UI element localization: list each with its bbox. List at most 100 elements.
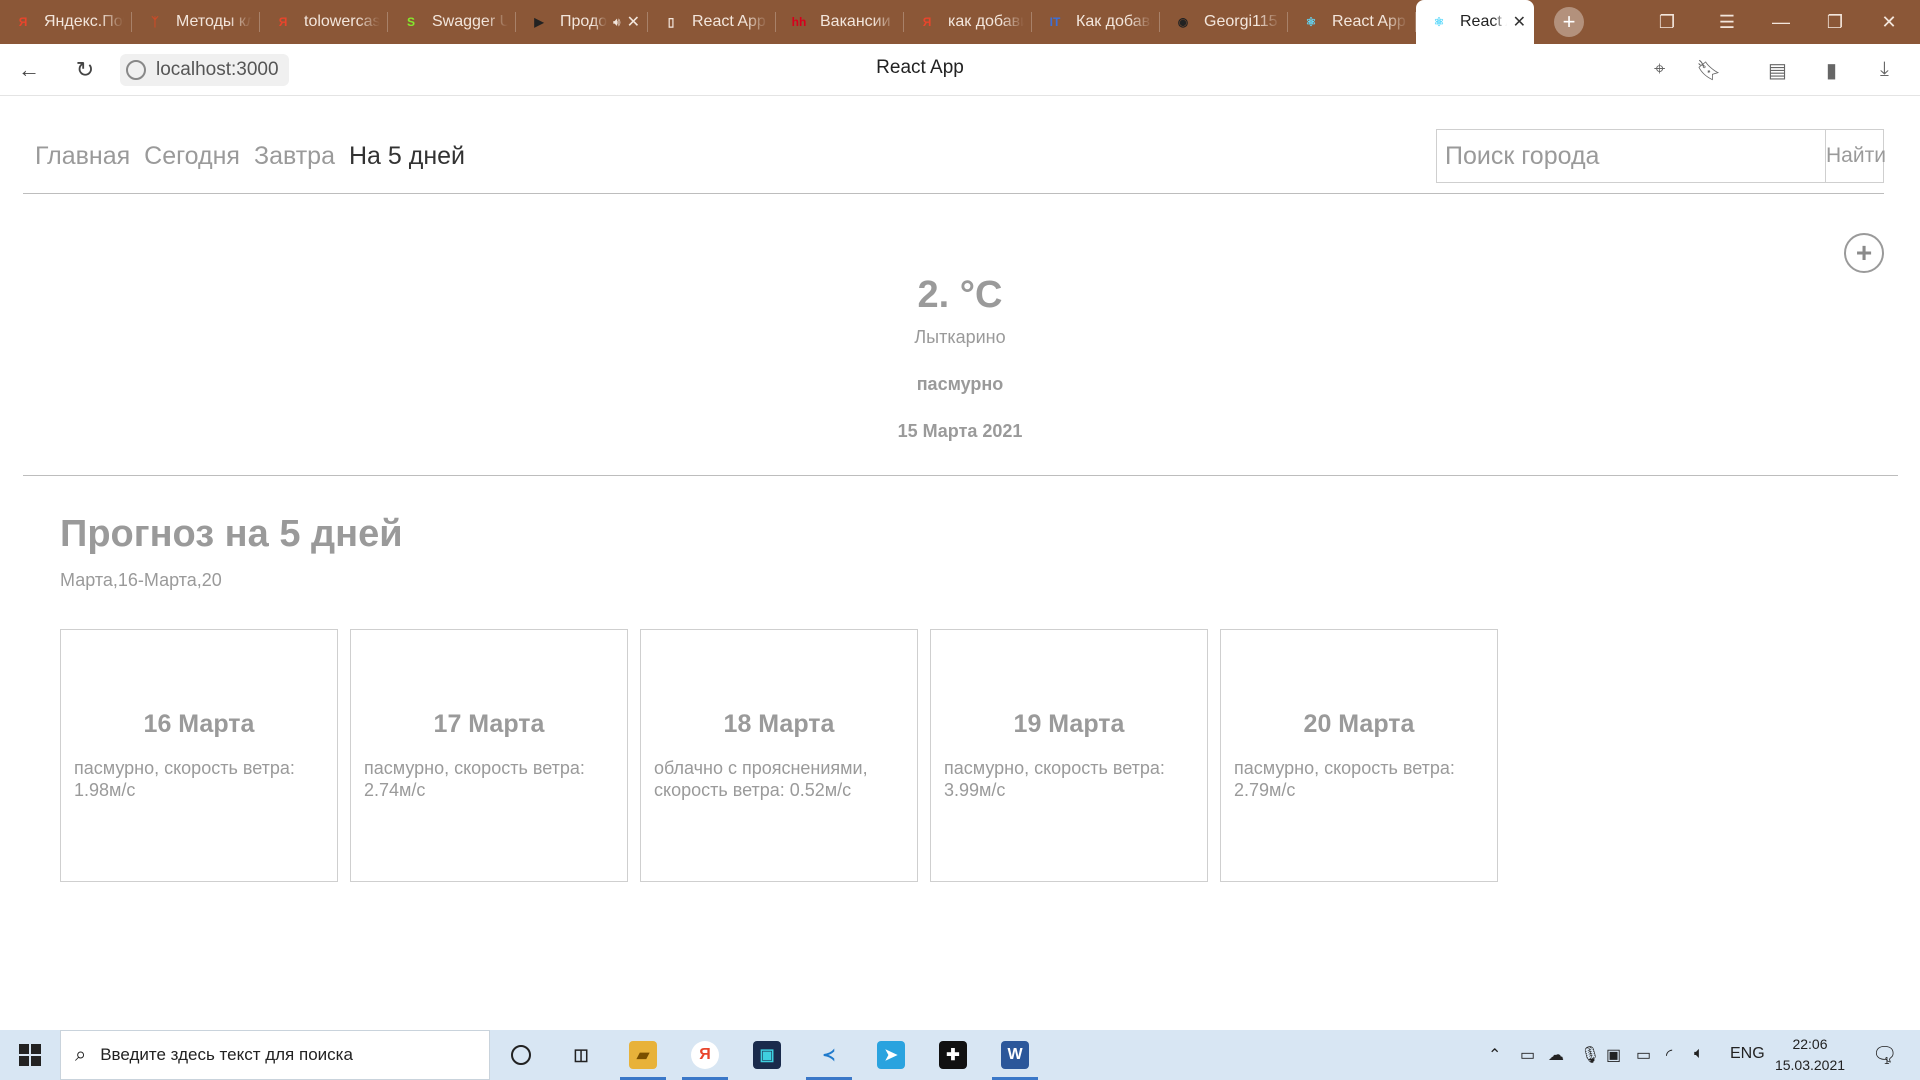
document-icon: ▯	[667, 15, 675, 29]
clock-time: 22:06	[1792, 1036, 1828, 1052]
tab-title: Продолжение	[560, 13, 607, 30]
search-button[interactable]: Найти	[1825, 130, 1886, 182]
forecast-text: пасмурно, скорость ветра: 2.79м/с	[1234, 758, 1455, 800]
audio-icon[interactable]: 🔊︎	[613, 15, 621, 30]
github-icon: ◉	[1177, 15, 1189, 29]
browser-tab[interactable]: ◉ Georgi115	[1160, 0, 1288, 44]
plus-icon: +	[1855, 237, 1873, 268]
nav-link[interactable]: На 5 дней	[349, 142, 465, 171]
browser-tab[interactable]: ⚛ React App	[1288, 0, 1416, 44]
forecast-range: Марта,16-Марта,20	[60, 570, 222, 590]
current-city: Лыткарино	[914, 327, 1006, 347]
defender-icon[interactable]: ▣	[1606, 1045, 1621, 1065]
taskbar-app[interactable]: ▰	[614, 1030, 672, 1080]
taskbar-app[interactable]: ➤	[862, 1030, 920, 1080]
onedrive-icon[interactable]: ☁	[1548, 1045, 1564, 1065]
forecast-card: 18 Марта облачно с прояснениями, скорость…	[640, 629, 918, 882]
browser-tab[interactable]: ᛉ Методы клавиатуры	[132, 0, 260, 44]
clock[interactable]: 22:06 15.03.2021	[1760, 1034, 1860, 1076]
browser-tab[interactable]: S Swagger UI	[388, 0, 516, 44]
browser-tab[interactable]: ▶ Продолжение 🔊︎ ✕	[516, 0, 648, 44]
browser-tab[interactable]: IT Как добавить	[1032, 0, 1160, 44]
task-view-icon: ◫	[573, 1047, 589, 1064]
close-tab-icon[interactable]: ✕	[1513, 12, 1526, 32]
browser-tab[interactable]: hh Вакансии	[776, 0, 904, 44]
divider	[23, 193, 1884, 194]
battery-icon[interactable]: ▭	[1636, 1045, 1651, 1065]
download-icon[interactable]: ⤓	[1880, 58, 1889, 81]
wifi-icon[interactable]: ◜	[1666, 1045, 1672, 1065]
browser-tab[interactable]: Яtolowercase	[260, 0, 388, 44]
tab-title: Яндекс.Почта	[44, 13, 124, 30]
nav-link[interactable]: Завтра	[254, 142, 335, 171]
tab-title: как добавить	[948, 13, 1024, 30]
forecast-date: 17 Марта	[433, 710, 545, 738]
jetbrains-icon: ▣	[753, 1041, 781, 1069]
play-icon: ▶	[534, 15, 544, 29]
browser-tab[interactable]: ⚛ React App ✕	[1416, 0, 1534, 44]
forecast-card: 20 Марта пасмурно, скорость ветра: 2.79м/…	[1220, 629, 1498, 882]
forecast-card: 19 Марта пасмурно, скорость ветра: 3.99м/…	[930, 629, 1208, 882]
react-icon: ⚛	[1433, 15, 1445, 29]
divider	[23, 475, 1898, 476]
yandex-icon: Я	[922, 15, 932, 29]
extension-icon[interactable]: ▮	[1826, 58, 1837, 83]
new-tab-button[interactable]: +	[1554, 7, 1584, 37]
browser-menu-icon[interactable]: ☰	[1700, 0, 1754, 44]
microphone-icon[interactable]: 🎙︎	[1580, 1045, 1600, 1065]
show-hidden-icons[interactable]: ⌃	[1488, 1045, 1501, 1065]
taskbar-app[interactable]: ◫	[552, 1030, 610, 1080]
notification-count: 1	[1884, 1056, 1890, 1067]
tab-title: Вакансии	[820, 13, 891, 30]
search-icon: ⌕	[75, 1043, 87, 1066]
current-description: пасмурно	[916, 374, 1004, 394]
location-icon[interactable]: ⌖	[1654, 58, 1665, 81]
bookmark-icon[interactable]: 🔖︎	[1696, 58, 1721, 83]
meet-now-icon[interactable]: ▭	[1520, 1045, 1535, 1065]
file-explorer-icon: ▰	[629, 1041, 657, 1069]
address-bar: ← ↻ localhost:3000 React App ⌖ 🔖︎ ▤ ▮ ⤓	[0, 44, 1920, 96]
taskbar: ⌕ Введите здесь текст для поиска ◫ ▰ Я ▣ ≺ ➤ ✚…	[0, 1030, 1920, 1080]
city-search: Найти	[1436, 129, 1886, 183]
taskbar-search[interactable]: ⌕ Введите здесь текст для поиска	[60, 1030, 490, 1080]
close-tab-icon[interactable]: ✕	[627, 12, 640, 32]
forecast-date: 19 Марта	[1013, 710, 1125, 738]
browser-tab-strip: Я Яндекс.Почта ᛉ Методы клавиатуры Яtolowerc…	[0, 0, 1920, 44]
browser-tab[interactable]: Я Яндекс.Почта	[0, 0, 132, 44]
city-search-input[interactable]	[1437, 130, 1825, 182]
forecast-text: пасмурно, скорость ветра: 2.74м/с	[364, 758, 585, 800]
start-button[interactable]	[0, 1030, 60, 1080]
yandex-icon: Я	[278, 15, 288, 29]
taskbar-app[interactable]: ≺	[800, 1030, 858, 1080]
taskbar-app[interactable]: W	[986, 1030, 1044, 1080]
minimize-button[interactable]: —	[1754, 0, 1808, 44]
collections-icon[interactable]: ▤	[1768, 58, 1787, 83]
restore-button[interactable]: ❐	[1808, 0, 1862, 44]
tab-title: React App	[1460, 13, 1507, 30]
tabs-list-icon[interactable]: ❐	[1640, 0, 1694, 44]
tab-title: React App	[1332, 13, 1406, 30]
taskbar-app[interactable]: Я	[676, 1030, 734, 1080]
forecast-card: 17 Марта пасмурно, скорость ветра: 2.74м/…	[350, 629, 628, 882]
forecast-date: 20 Марта	[1303, 710, 1415, 738]
browser-tab[interactable]: Якак добавить	[904, 0, 1032, 44]
tab-title: tolowercase	[304, 13, 380, 30]
swagger-icon: S	[406, 15, 415, 29]
browser-tab[interactable]: ▯ React App	[648, 0, 776, 44]
volume-icon[interactable]: 🔈︎	[1694, 1045, 1704, 1063]
nav-link[interactable]: Сегодня	[144, 142, 240, 171]
tab-title: Методы клавиатуры	[176, 13, 252, 30]
it-icon: IT	[1049, 15, 1061, 29]
close-window-button[interactable]: ✕	[1862, 0, 1916, 44]
forecast-date: 16 Марта	[143, 710, 255, 738]
forecast-text: пасмурно, скорость ветра: 1.98м/с	[74, 758, 295, 800]
forecast-cards: 16 Марта пасмурно, скорость ветра: 1.98м/…	[60, 629, 1498, 882]
nav-link[interactable]: Главная	[35, 142, 130, 171]
taskbar-app[interactable]: ✚	[924, 1030, 982, 1080]
add-city-button[interactable]: +	[1844, 233, 1884, 273]
figure-icon: ᛉ	[151, 15, 159, 29]
react-icon: ⚛	[1305, 15, 1317, 29]
taskbar-app[interactable]: ▣	[738, 1030, 796, 1080]
tab-title: React App	[692, 13, 766, 30]
cortana-icon[interactable]	[492, 1030, 550, 1080]
